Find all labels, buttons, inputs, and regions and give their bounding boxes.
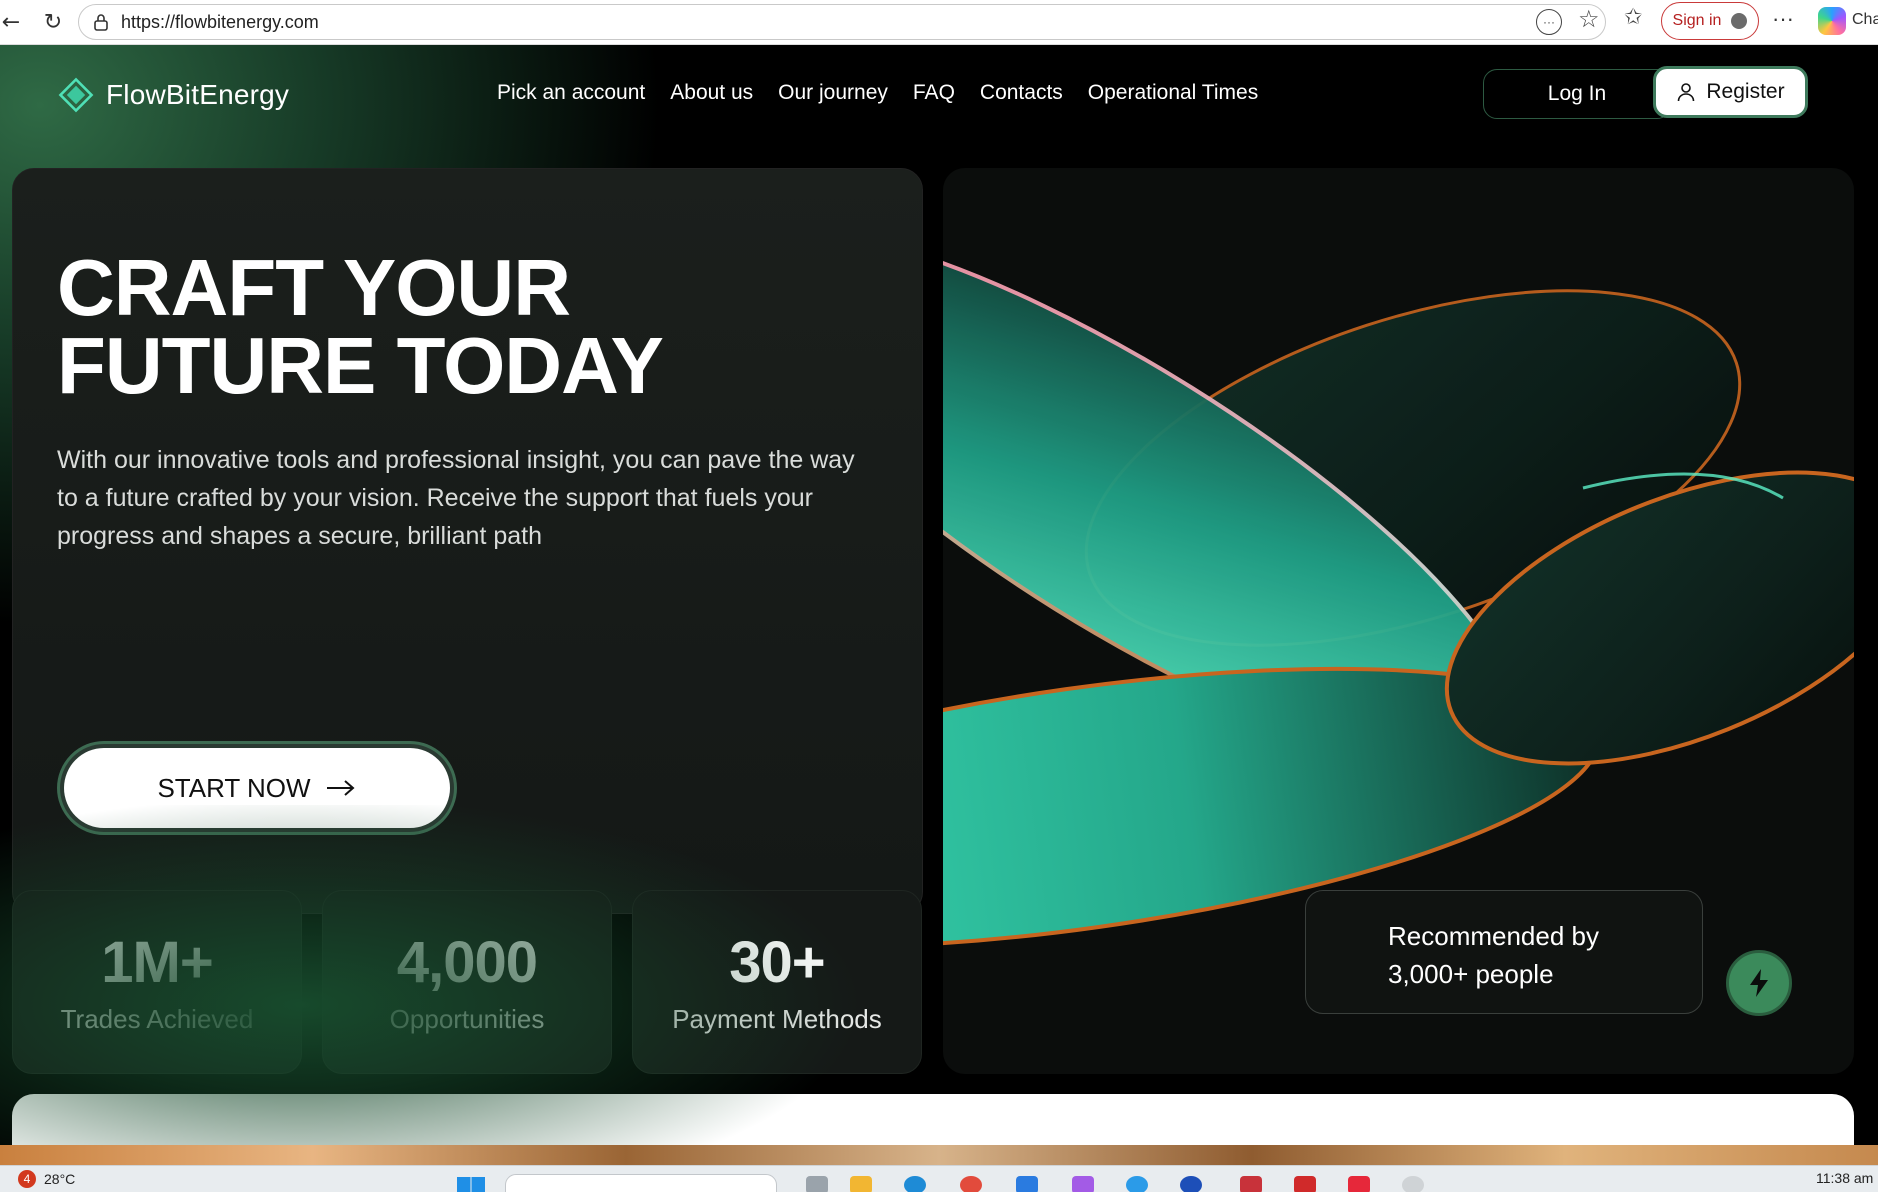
lightning-button[interactable] bbox=[1726, 950, 1792, 1016]
stat-card-payment-methods: 30+ Payment Methods bbox=[632, 890, 922, 1074]
copilot-icon[interactable] bbox=[1818, 7, 1846, 35]
file-explorer-icon[interactable] bbox=[850, 1176, 872, 1192]
hero-description: With our innovative tools and profession… bbox=[57, 446, 855, 550]
refresh-icon[interactable]: ↻ bbox=[38, 7, 68, 37]
weather-badge: 4 bbox=[18, 1170, 36, 1188]
favorite-star-icon[interactable]: ☆ bbox=[1578, 5, 1600, 33]
logo-text: FlowBitEnergy bbox=[106, 79, 290, 110]
task-view-icon[interactable] bbox=[806, 1176, 828, 1192]
lock-icon bbox=[94, 14, 108, 31]
register-button[interactable]: Register bbox=[1653, 66, 1808, 118]
lightning-bolt-icon bbox=[1750, 969, 1768, 997]
app-round-icon[interactable] bbox=[1402, 1176, 1424, 1192]
nav-pick-account[interactable]: Pick an account bbox=[497, 81, 645, 105]
login-button[interactable]: Log In bbox=[1483, 69, 1671, 119]
sign-in-label: Sign in bbox=[1672, 12, 1722, 29]
register-label: Register bbox=[1706, 80, 1785, 103]
stat-value: 1M+ bbox=[101, 930, 213, 995]
user-icon bbox=[1678, 83, 1695, 102]
recommendation-line1: Recommended by bbox=[1388, 921, 1599, 951]
hero-title-line2: FUTURE TODAY bbox=[57, 321, 664, 410]
weather-widget[interactable]: 4 28°C bbox=[18, 1170, 75, 1188]
stat-label: Payment Methods bbox=[672, 1004, 882, 1034]
next-section-edge bbox=[12, 1094, 1854, 1145]
favorites-list-icon[interactable]: ✩ bbox=[1624, 5, 1642, 30]
taskbar-search-box[interactable] bbox=[505, 1174, 777, 1192]
recommendation-card: Recommended by 3,000+ people bbox=[1305, 890, 1703, 1014]
store-icon[interactable] bbox=[1016, 1176, 1038, 1192]
app-icon[interactable] bbox=[1072, 1176, 1094, 1192]
stat-card-opportunities: 4,000 Opportunities bbox=[322, 890, 612, 1074]
clock-time: 11:38 am bbox=[1816, 1170, 1874, 1186]
sign-in-button[interactable]: Sign in bbox=[1661, 2, 1759, 40]
copilot-label[interactable]: Cha bbox=[1852, 11, 1878, 29]
nav-about-us[interactable]: About us bbox=[670, 81, 753, 105]
page-viewport: FlowBitEnergy Pick an account About us O… bbox=[0, 45, 1878, 1145]
nav-operational-times[interactable]: Operational Times bbox=[1088, 81, 1258, 105]
edge-browser-icon[interactable] bbox=[904, 1176, 926, 1192]
back-icon[interactable]: ← bbox=[0, 7, 26, 37]
recommendation-text: Recommended by 3,000+ people bbox=[1388, 917, 1599, 993]
stat-label: Opportunities bbox=[389, 1004, 545, 1034]
hp-app-icon[interactable] bbox=[1180, 1176, 1202, 1192]
more-menu-icon[interactable]: ··· bbox=[1772, 6, 1794, 32]
nav-contacts[interactable]: Contacts bbox=[980, 81, 1063, 105]
start-now-button-frame: START NOW bbox=[57, 741, 457, 835]
browser-toolbar: ← ↻ https://flowbitenergy.com ··· ☆ ✩ Si… bbox=[0, 0, 1878, 45]
stat-value: 30+ bbox=[729, 930, 825, 995]
app-red-icon[interactable] bbox=[1240, 1176, 1262, 1192]
start-now-button[interactable]: START NOW bbox=[64, 748, 450, 828]
login-label: Log In bbox=[1547, 82, 1607, 105]
chrome-icon[interactable] bbox=[960, 1176, 982, 1192]
hero-card: CRAFT YOUR FUTURE TODAY With our innovat… bbox=[12, 168, 923, 914]
url-text: https://flowbitenergy.com bbox=[121, 11, 319, 32]
app-x-icon[interactable] bbox=[1294, 1176, 1316, 1192]
windows-taskbar: 4 28°C 11:38 am bbox=[0, 1165, 1878, 1192]
nav-our-journey[interactable]: Our journey bbox=[778, 81, 888, 105]
arrow-right-icon bbox=[326, 780, 355, 796]
main-nav: Pick an account About us Our journey FAQ… bbox=[497, 81, 1258, 105]
stat-value: 4,000 bbox=[396, 930, 538, 995]
address-bar[interactable]: https://flowbitenergy.com bbox=[78, 4, 1606, 40]
reader-icon[interactable]: ··· bbox=[1536, 9, 1562, 35]
hero-title-line1: CRAFT YOUR bbox=[57, 243, 571, 332]
globe-app-icon[interactable] bbox=[1126, 1176, 1148, 1192]
diamond-logo-icon bbox=[58, 77, 94, 113]
app-media-icon[interactable] bbox=[1348, 1176, 1370, 1192]
hero-title: CRAFT YOUR FUTURE TODAY bbox=[57, 248, 664, 406]
profile-avatar-icon bbox=[1731, 13, 1748, 29]
start-now-label: START NOW bbox=[157, 772, 311, 803]
nav-faq[interactable]: FAQ bbox=[913, 81, 955, 105]
stat-card-trades: 1M+ Trades Achieved bbox=[12, 890, 302, 1074]
site-logo[interactable]: FlowBitEnergy bbox=[56, 75, 289, 115]
stat-label: Trades Achieved bbox=[60, 1004, 254, 1034]
windows-start-icon[interactable] bbox=[457, 1177, 485, 1192]
temperature-text: 28°C bbox=[44, 1171, 76, 1187]
recommendation-line2: 3,000+ people bbox=[1388, 959, 1554, 989]
desktop-wallpaper-strip bbox=[0, 1145, 1878, 1165]
